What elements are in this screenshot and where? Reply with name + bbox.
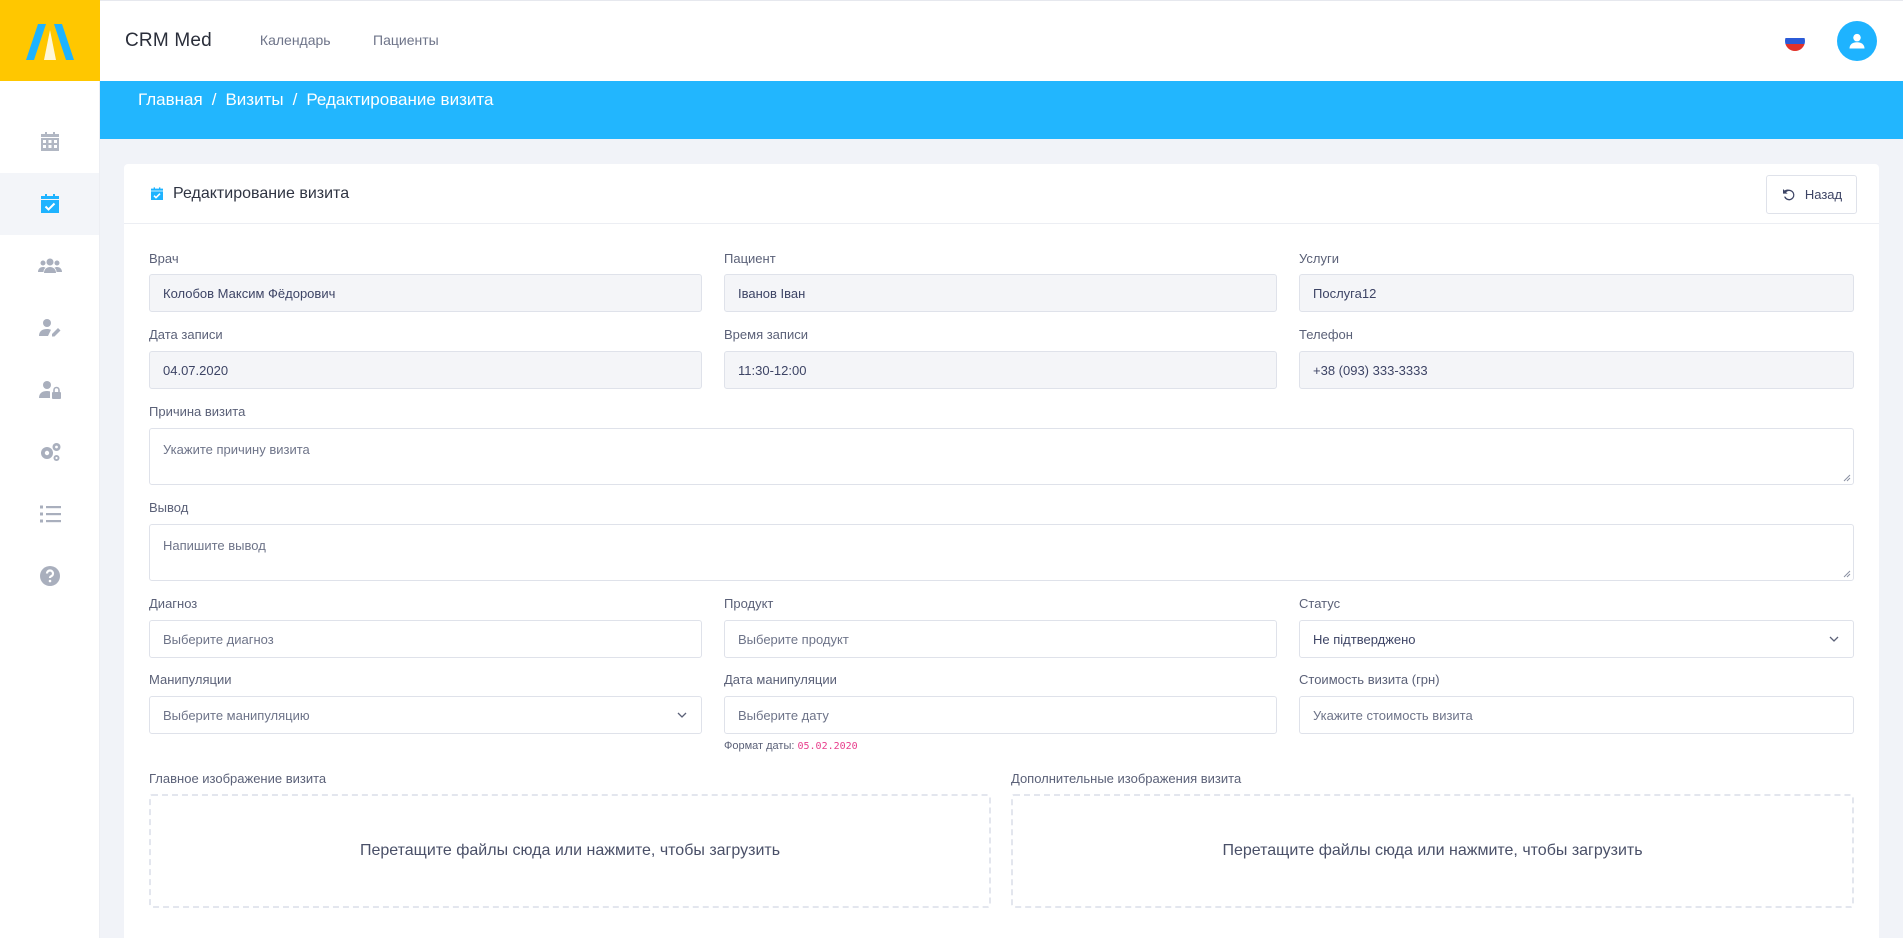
breadcrumb-separator: / — [292, 90, 298, 109]
gears-icon — [40, 443, 60, 461]
extra-images-dropzone[interactable]: Перетащите файлы сюда или нажмите, чтобы… — [1011, 794, 1854, 908]
top-nav: Календарь Пациенты — [260, 32, 477, 50]
reason-label: Причина визита — [149, 404, 246, 419]
calendar-check-icon — [151, 186, 163, 200]
sidebar-item-list[interactable] — [0, 483, 99, 545]
topbar: CRM Med Календарь Пациенты — [100, 0, 1903, 81]
main-image-dropzone[interactable]: Перетащите файлы сюда или нажмите, чтобы… — [149, 794, 991, 908]
breadcrumb-current: Редактирование визита — [306, 90, 494, 109]
date-field[interactable]: 04.07.2020 — [149, 351, 702, 389]
services-label: Услуги — [1299, 251, 1339, 266]
patient-label: Пациент — [724, 251, 776, 266]
sidebar-item-user-edit[interactable] — [0, 297, 99, 359]
calendar-icon — [40, 132, 59, 151]
sidebar-item-visits[interactable] — [0, 173, 99, 235]
sidebar-item-user-lock[interactable] — [0, 359, 99, 421]
doctor-field[interactable]: Колобов Максим Фёдорович — [149, 274, 702, 312]
user-edit-icon — [38, 319, 60, 337]
users-icon — [37, 258, 62, 273]
reason-textarea[interactable]: Укажите причину визита — [149, 428, 1854, 485]
date-label: Дата записи — [149, 327, 223, 342]
services-field[interactable]: Послуга12 — [1299, 274, 1854, 312]
chevron-down-icon — [677, 712, 687, 718]
logo-icon — [26, 23, 74, 60]
resize-grip-icon[interactable] — [1843, 474, 1851, 482]
language-flag-icon[interactable] — [1785, 31, 1805, 51]
breadcrumb-separator: / — [211, 90, 217, 109]
manipulations-label: Манипуляции — [149, 672, 232, 687]
resize-grip-icon[interactable] — [1843, 570, 1851, 578]
conclusion-textarea[interactable]: Напишите вывод — [149, 524, 1854, 581]
phone-label: Телефон — [1299, 327, 1353, 342]
patient-field[interactable]: Іванов Іван — [724, 274, 1277, 312]
date-format-hint: Формат даты: 05.02.2020 — [724, 740, 858, 752]
breadcrumb: Главная / Визиты / Редактирование визита — [138, 90, 493, 110]
back-button[interactable]: Назад — [1766, 175, 1857, 214]
date-format-example: 05.02.2020 — [797, 741, 858, 752]
breadcrumb-home[interactable]: Главная — [138, 90, 203, 110]
sidebar — [0, 0, 100, 938]
card-title: Редактирование визита — [173, 184, 350, 202]
back-button-label: Назад — [1804, 187, 1843, 202]
product-label: Продукт — [724, 596, 774, 611]
topnav-patients[interactable]: Пациенты — [373, 32, 439, 48]
manip-date-input[interactable]: Выберите дату — [724, 696, 1277, 734]
calendar-check-icon — [40, 194, 59, 213]
conclusion-placeholder: Напишите вывод — [163, 538, 266, 553]
main-image-label: Главное изображение визита — [149, 771, 327, 786]
conclusion-label: Вывод — [149, 500, 189, 515]
undo-icon — [1782, 188, 1795, 200]
cost-label: Стоимость визита (грн) — [1299, 672, 1440, 687]
user-avatar[interactable] — [1837, 21, 1877, 61]
chevron-down-icon — [1829, 636, 1839, 642]
sidebar-item-help[interactable] — [0, 545, 99, 607]
list-icon — [39, 505, 61, 523]
topnav-calendar[interactable]: Календарь — [260, 32, 331, 48]
status-label: Статус — [1299, 596, 1341, 611]
breadcrumb-visits[interactable]: Визиты — [225, 90, 283, 110]
manipulations-select[interactable]: Выберите манипуляцию — [149, 696, 702, 734]
sidebar-item-settings[interactable] — [0, 421, 99, 483]
product-input[interactable]: Выберите продукт — [724, 620, 1277, 658]
help-icon — [39, 566, 60, 586]
status-value: Не підтверджено — [1313, 631, 1416, 647]
extra-images-label: Дополнительные изображения визита — [1011, 771, 1242, 786]
sidebar-item-calendar[interactable] — [0, 111, 99, 173]
reason-placeholder: Укажите причину визита — [163, 442, 310, 457]
user-icon — [1849, 33, 1865, 49]
manipulations-placeholder: Выберите манипуляцию — [163, 707, 310, 723]
phone-field[interactable]: +38 (093) 333-3333 — [1299, 351, 1854, 389]
logo[interactable] — [0, 0, 100, 81]
doctor-label: Врач — [149, 251, 179, 266]
diagnosis-input[interactable]: Выберите диагноз — [149, 620, 702, 658]
time-field[interactable]: 11:30-12:00 — [724, 351, 1277, 389]
breadcrumb-band: Главная / Визиты / Редактирование визита — [100, 81, 1903, 139]
status-select[interactable]: Не підтверджено — [1299, 620, 1854, 658]
edit-visit-card: Редактирование визита Назад Врач Колобов… — [124, 164, 1879, 938]
time-label: Время записи — [724, 327, 808, 342]
diagnosis-label: Диагноз — [149, 596, 198, 611]
sidebar-item-patients[interactable] — [0, 235, 99, 297]
brand-name: CRM Med — [125, 30, 212, 51]
date-format-hint-text: Формат даты: — [724, 740, 795, 752]
cost-input[interactable]: Укажите стоимость визита — [1299, 696, 1854, 734]
user-lock-icon — [38, 381, 61, 399]
manip-date-label: Дата манипуляции — [724, 672, 837, 687]
card-header: Редактирование визита Назад — [124, 164, 1879, 224]
